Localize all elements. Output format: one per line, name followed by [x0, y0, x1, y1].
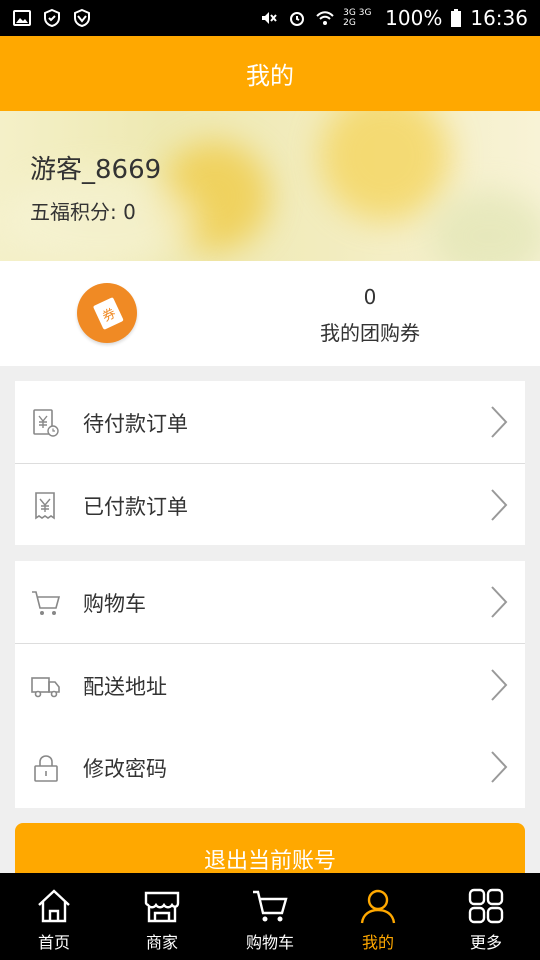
- voucher-icon: 券: [77, 283, 137, 343]
- home-icon: [38, 889, 70, 923]
- nav-label: 购物车: [245, 933, 294, 952]
- nav-label: 我的: [361, 933, 394, 952]
- nav-item-cart[interactable]: 购物车: [216, 873, 324, 960]
- account-menu-group: 购物车 配送地址 修改密码: [15, 561, 525, 808]
- menu-item-unpaid-orders[interactable]: 待付款订单: [15, 381, 525, 463]
- user-icon: [360, 889, 396, 924]
- nav-label: 首页: [37, 933, 70, 952]
- menu-item-label: 待付款订单: [83, 412, 188, 436]
- profile-banner: 游客_8669 五福积分: 0: [0, 111, 540, 261]
- wifi-icon: [316, 11, 334, 25]
- nav-item-merchants[interactable]: 商家: [108, 873, 216, 960]
- image-icon: [13, 10, 31, 26]
- voucher-label: 我的团购券: [320, 321, 420, 345]
- menu-item-label: 购物车: [83, 592, 146, 616]
- battery-percent: 100%: [385, 6, 443, 30]
- chevron-right-icon: [491, 586, 508, 618]
- menu-item-delivery-address[interactable]: 配送地址: [15, 644, 525, 726]
- order-menu-group: 待付款订单 已付款订单: [15, 381, 525, 545]
- menu-item-label: 配送地址: [83, 675, 167, 699]
- bottom-nav: 首页 商家 购物车 我的 更多: [0, 873, 540, 960]
- unpaid-order-icon: [33, 409, 59, 437]
- chevron-right-icon: [491, 406, 508, 438]
- voucher-count: 0: [363, 285, 377, 309]
- shield-check-icon: [44, 8, 60, 28]
- nav-item-more[interactable]: 更多: [432, 873, 540, 960]
- store-icon: [144, 891, 180, 923]
- chevron-right-icon: [491, 489, 508, 521]
- shield-icon: [74, 8, 90, 28]
- nav-label: 商家: [145, 933, 178, 952]
- menu-item-change-password[interactable]: 修改密码: [15, 726, 525, 808]
- cart-icon: [32, 591, 61, 615]
- nav-item-home[interactable]: 首页: [0, 873, 108, 960]
- truck-icon: [31, 677, 60, 698]
- battery-icon: [451, 9, 462, 27]
- menu-item-label: 修改密码: [83, 757, 167, 781]
- app-header: 我的: [0, 36, 540, 111]
- username: 游客_8669: [30, 155, 162, 185]
- nav-label: 更多: [469, 933, 502, 952]
- chevron-right-icon: [491, 751, 508, 783]
- network-indicator: 3G 3G 2G: [343, 8, 372, 28]
- status-bar: 3G 3G 2G 100% 16:36: [0, 0, 540, 36]
- voucher-section[interactable]: 券 0 我的团购券: [0, 261, 540, 366]
- points-label: 五福积分: 0: [30, 200, 136, 224]
- lock-icon: [34, 755, 58, 782]
- clock: 16:36: [470, 6, 528, 30]
- page-title: 我的: [246, 62, 294, 90]
- paid-order-icon: [35, 492, 55, 520]
- mute-icon: [262, 12, 277, 24]
- menu-item-paid-orders[interactable]: 已付款订单: [15, 464, 525, 546]
- nav-item-mine[interactable]: 我的: [324, 873, 432, 960]
- cart-icon: [253, 890, 288, 922]
- menu-item-label: 已付款订单: [83, 495, 188, 519]
- menu-item-cart[interactable]: 购物车: [15, 561, 525, 643]
- alarm-icon: [290, 12, 305, 26]
- chevron-right-icon: [491, 669, 508, 701]
- grid-icon: [468, 888, 504, 924]
